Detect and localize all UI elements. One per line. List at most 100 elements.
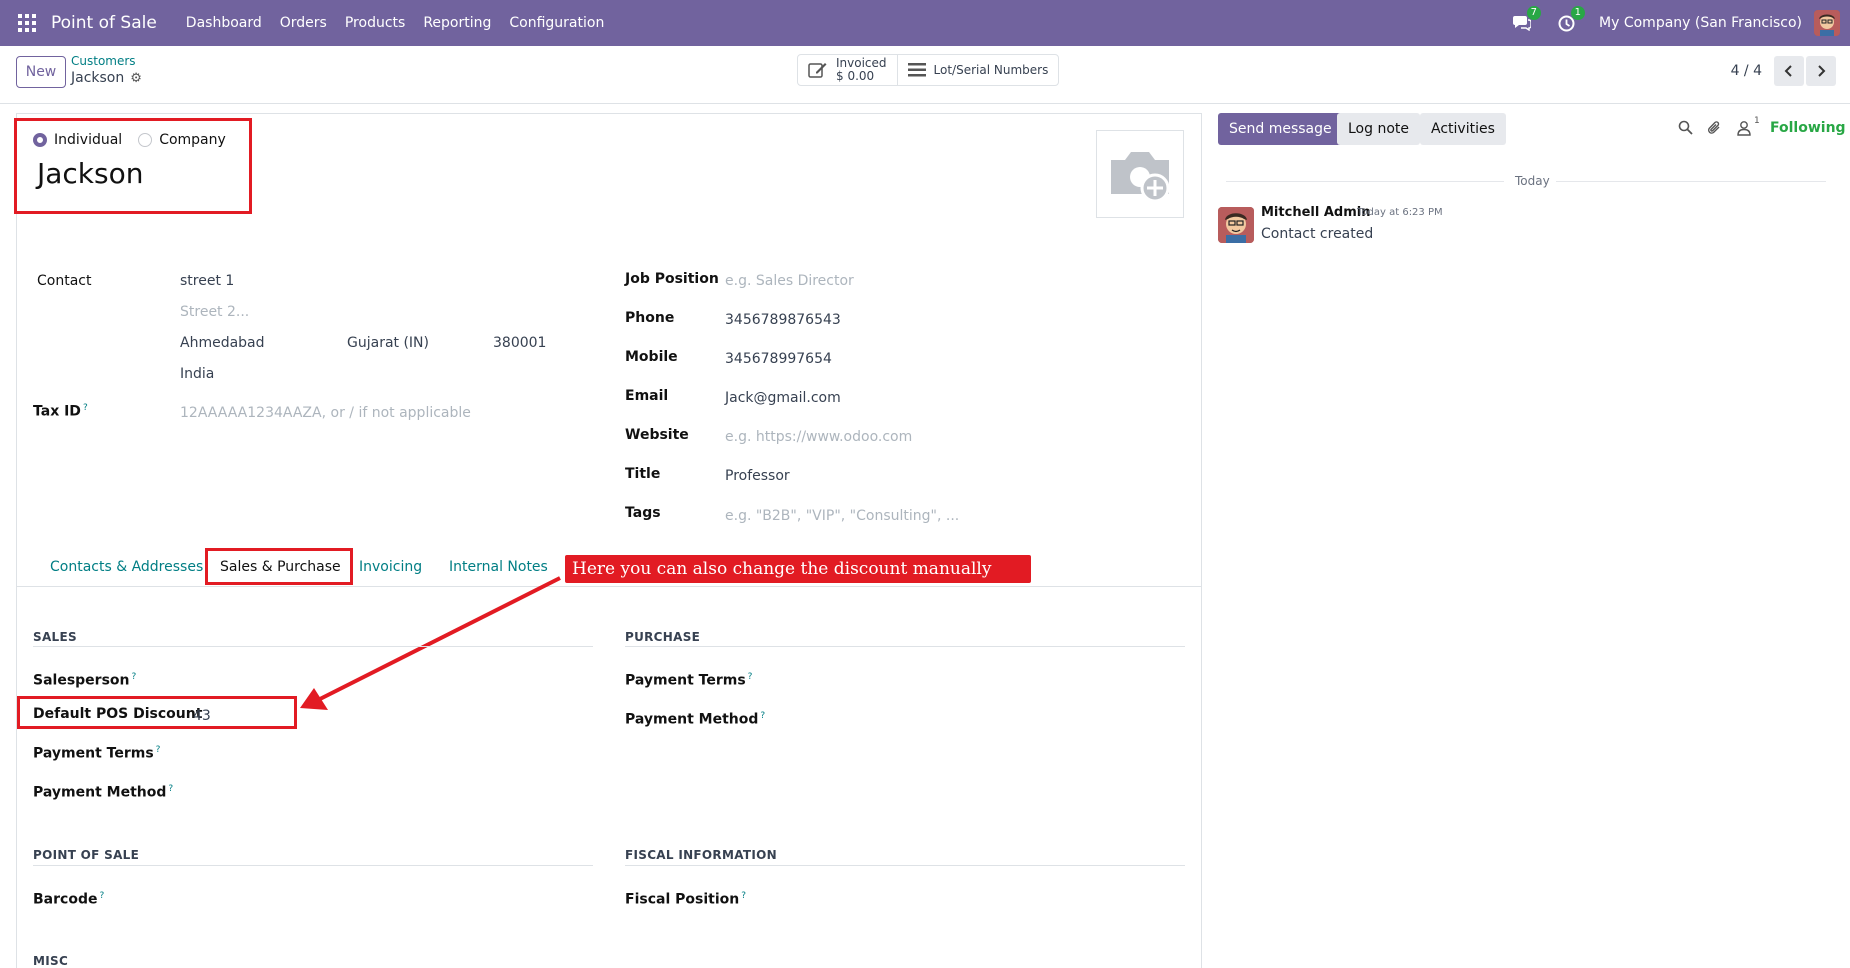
contact-label: Contact xyxy=(37,273,92,289)
payment-terms-label: Payment Terms? xyxy=(33,745,160,762)
zip-field[interactable]: 380001 xyxy=(493,335,546,351)
salesperson-label-text: Salesperson xyxy=(33,672,130,689)
menu-products[interactable]: Products xyxy=(345,15,405,31)
annotation-arrow xyxy=(300,576,561,710)
new-button[interactable]: New xyxy=(16,56,66,88)
job-position-label: Job Position xyxy=(625,271,719,287)
website-field[interactable]: e.g. https://www.odoo.com xyxy=(725,429,912,445)
message-author[interactable]: Mitchell Admin xyxy=(1261,205,1370,220)
name-highlight-box xyxy=(14,118,252,214)
tags-label: Tags xyxy=(625,505,661,521)
log-note-button[interactable]: Log note xyxy=(1337,113,1420,145)
gear-icon[interactable]: ⚙ xyxy=(130,71,142,86)
tax-id-field[interactable]: 12AAAAA1234AAZA, or / if not applicable xyxy=(180,405,471,421)
company-switcher[interactable]: My Company (San Francisco) xyxy=(1599,15,1802,31)
help-icon[interactable]: ? xyxy=(760,711,765,721)
breadcrumb-current: Jackson ⚙ xyxy=(71,70,142,86)
invoiced-smart-button[interactable]: Invoiced $ 0.00 xyxy=(798,55,897,85)
barcode-label-text: Barcode xyxy=(33,891,98,908)
tab-contacts-addresses[interactable]: Contacts & Addresses xyxy=(50,559,203,575)
misc-section-title: MISC xyxy=(33,954,69,968)
tax-id-label-text: Tax ID xyxy=(33,403,81,420)
activities-button[interactable]: Activities xyxy=(1420,113,1506,145)
search-icon[interactable] xyxy=(1678,120,1693,135)
barcode-label: Barcode? xyxy=(33,891,104,908)
user-avatar[interactable] xyxy=(1814,10,1840,36)
help-icon[interactable]: ? xyxy=(748,672,753,682)
messages-count-badge: 7 xyxy=(1526,6,1542,20)
fiscal-section-title: FISCAL INFORMATION xyxy=(625,848,777,862)
email-label: Email xyxy=(625,388,669,404)
state-field[interactable]: Gujarat (IN) xyxy=(347,335,429,351)
breadcrumb-customers[interactable]: Customers xyxy=(71,54,136,68)
lot-serial-smart-button[interactable]: Lot/Serial Numbers xyxy=(896,55,1059,85)
date-separator-line-right xyxy=(1546,181,1826,182)
lot-serial-label: Lot/Serial Numbers xyxy=(933,63,1049,77)
payment-method-label: Payment Method? xyxy=(33,784,173,801)
chevron-left-icon xyxy=(1784,65,1792,77)
edit-invoice-icon xyxy=(808,63,827,78)
phone-field[interactable]: 3456789876543 xyxy=(725,312,841,328)
purchase-section-title: PURCHASE xyxy=(625,630,701,644)
email-field[interactable]: Jack@gmail.com xyxy=(725,390,841,406)
messages-icon[interactable]: 7 xyxy=(1511,6,1542,34)
purchase-payment-method-label-text: Payment Method xyxy=(625,711,759,728)
tags-field[interactable]: e.g. "B2B", "VIP", "Consulting", ... xyxy=(725,508,959,524)
sales-section-title: SALES xyxy=(33,630,77,644)
help-icon[interactable]: ? xyxy=(99,891,104,901)
website-label: Website xyxy=(625,427,689,443)
purchase-payment-method-label: Payment Method? xyxy=(625,711,765,728)
list-bars-icon xyxy=(907,63,926,77)
activities-clock-icon[interactable]: 1 xyxy=(1555,6,1586,34)
pos-section-title: POINT OF SALE xyxy=(33,848,140,862)
following-button[interactable]: Following xyxy=(1770,120,1846,136)
sales-section-divider xyxy=(33,646,593,647)
smart-buttons: Invoiced $ 0.00 Lot/Serial Numbers xyxy=(797,54,1060,86)
date-separator: Today xyxy=(1509,174,1556,188)
paperclip-icon[interactable] xyxy=(1707,120,1722,136)
message-body: Contact created xyxy=(1261,226,1374,242)
help-icon[interactable]: ? xyxy=(132,672,137,682)
pager: 4 / 4 xyxy=(1731,56,1836,86)
help-icon[interactable]: ? xyxy=(156,745,161,755)
help-icon[interactable]: ? xyxy=(83,403,88,413)
phone-label: Phone xyxy=(625,310,675,326)
pager-value[interactable]: 4 / 4 xyxy=(1731,63,1762,79)
form-sheet xyxy=(16,113,1202,968)
date-separator-line-left xyxy=(1226,181,1504,182)
mobile-field[interactable]: 345678997654 xyxy=(725,351,832,367)
menu-orders[interactable]: Orders xyxy=(280,15,327,31)
partner-image-upload[interactable] xyxy=(1096,130,1184,218)
menu-configuration[interactable]: Configuration xyxy=(509,15,604,31)
camera-add-icon xyxy=(1111,152,1170,203)
purchase-section-divider xyxy=(625,646,1185,647)
street2-field[interactable]: Street 2... xyxy=(180,304,249,320)
city-field[interactable]: Ahmedabad xyxy=(180,335,265,351)
message-author-avatar[interactable] xyxy=(1218,207,1254,243)
send-message-button[interactable]: Send message xyxy=(1218,113,1343,145)
help-icon[interactable]: ? xyxy=(168,784,173,794)
title-label: Title xyxy=(625,466,661,482)
activities-count-badge: 1 xyxy=(1570,6,1586,20)
followers-icon[interactable] xyxy=(1737,120,1751,136)
pager-next-button[interactable] xyxy=(1806,56,1836,86)
country-field[interactable]: India xyxy=(180,366,214,382)
job-position-field[interactable]: e.g. Sales Director xyxy=(725,273,854,289)
apps-menu-icon[interactable] xyxy=(18,14,36,32)
top-navbar: Point of Sale Dashboard Orders Products … xyxy=(0,0,1850,46)
help-icon[interactable]: ? xyxy=(741,891,746,901)
chevron-right-icon xyxy=(1818,65,1826,77)
title-field[interactable]: Professor xyxy=(725,468,790,484)
pager-previous-button[interactable] xyxy=(1774,56,1804,86)
street-field[interactable]: street 1 xyxy=(180,273,234,289)
purchase-payment-terms-label-text: Payment Terms xyxy=(625,672,746,689)
tax-id-label: Tax ID? xyxy=(33,403,88,420)
menu-reporting[interactable]: Reporting xyxy=(423,15,491,31)
payment-method-label-text: Payment Method xyxy=(33,784,167,801)
menu-dashboard[interactable]: Dashboard xyxy=(186,15,262,31)
app-name[interactable]: Point of Sale xyxy=(51,13,157,33)
salesperson-label: Salesperson? xyxy=(33,672,136,689)
annotation-callout: Here you can also change the discount ma… xyxy=(565,555,1031,583)
message-time: Today at 6:23 PM xyxy=(1357,207,1443,218)
fiscal-position-label: Fiscal Position? xyxy=(625,891,746,908)
